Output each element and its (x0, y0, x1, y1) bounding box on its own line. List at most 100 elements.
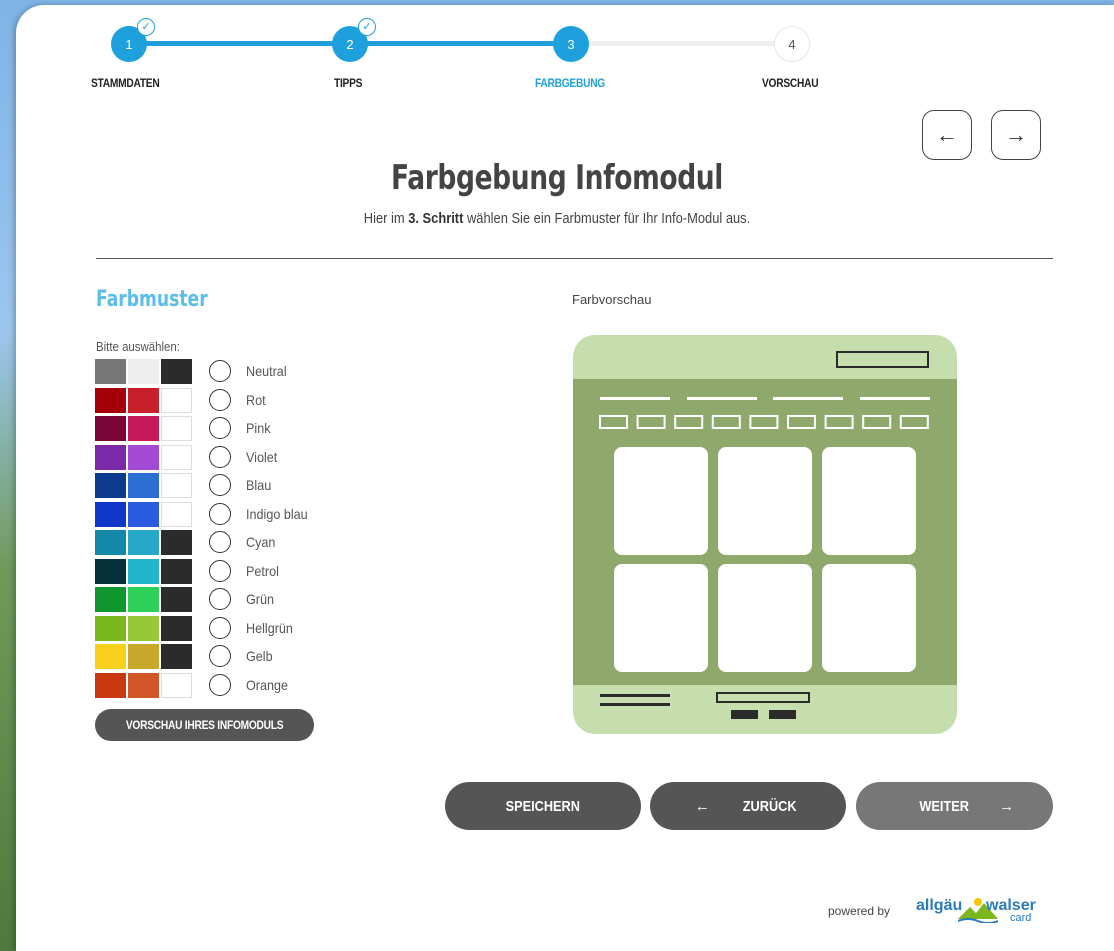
color-swatch[interactable] (95, 615, 126, 641)
step-4-circle[interactable]: 4 (774, 26, 810, 62)
pattern-radio[interactable] (209, 560, 231, 582)
color-swatch[interactable] (128, 387, 159, 413)
color-swatch[interactable] (128, 615, 159, 641)
pattern-label[interactable]: Indigo blau (246, 506, 308, 522)
step-1-circle[interactable]: 1 ✓ (111, 18, 155, 62)
color-swatch[interactable] (128, 558, 159, 584)
color-swatch-row[interactable] (95, 558, 194, 584)
color-swatch[interactable] (128, 529, 159, 555)
color-swatch-row[interactable] (95, 358, 194, 384)
mockup-footer-line-1 (600, 694, 670, 697)
mockup-footer-block-1 (731, 710, 758, 719)
save-button[interactable]: SPEICHERN (445, 782, 641, 830)
pattern-radio[interactable] (209, 360, 231, 382)
allgaeu-walser-card-logo[interactable]: allgäu walser card (916, 893, 1036, 929)
color-swatch[interactable] (161, 558, 192, 584)
color-swatch[interactable] (161, 501, 192, 527)
color-swatch[interactable] (161, 387, 192, 413)
mockup-nav-box (787, 415, 816, 429)
color-swatch[interactable] (128, 472, 159, 498)
color-swatch[interactable] (128, 444, 159, 470)
color-swatch[interactable] (95, 529, 126, 555)
pattern-label[interactable]: Blau (246, 477, 271, 493)
color-swatch[interactable] (128, 586, 159, 612)
mockup-nav-box (674, 415, 704, 429)
pattern-label[interactable]: Rot (246, 392, 266, 408)
color-swatch-row[interactable] (95, 529, 194, 555)
color-swatch[interactable] (95, 501, 126, 527)
color-swatch-row[interactable] (95, 615, 194, 641)
color-swatch[interactable] (95, 472, 126, 498)
color-swatch[interactable] (128, 501, 159, 527)
color-swatch[interactable] (95, 358, 126, 384)
color-swatch[interactable] (128, 358, 159, 384)
color-swatch[interactable] (95, 558, 126, 584)
mockup-nav-lines (600, 397, 930, 400)
color-swatch-row[interactable] (95, 472, 194, 498)
color-swatch-row[interactable] (95, 415, 194, 441)
color-swatch[interactable] (161, 643, 192, 669)
pattern-label[interactable]: Cyan (246, 534, 275, 550)
pattern-label[interactable]: Gelb (246, 648, 273, 664)
step-label-farbgebung[interactable]: FARBGEBUNG (535, 76, 605, 90)
pattern-label[interactable]: Orange (246, 677, 288, 693)
color-swatch-row[interactable] (95, 387, 194, 413)
step-label-stammdaten[interactable]: STAMMDATEN (91, 76, 160, 90)
pattern-radio[interactable] (209, 674, 231, 696)
prev-arrow-button[interactable]: ← (922, 110, 972, 160)
pattern-label[interactable]: Grün (246, 591, 274, 607)
pattern-radio[interactable] (209, 503, 231, 525)
pattern-label[interactable]: Pink (246, 420, 271, 436)
color-swatch[interactable] (95, 586, 126, 612)
pattern-radio[interactable] (209, 617, 231, 639)
next-label: WEITER (919, 797, 969, 815)
mockup-tile (822, 447, 916, 555)
step-2-circle[interactable]: 2 ✓ (332, 18, 376, 62)
color-swatch[interactable] (161, 358, 192, 384)
color-swatch-row[interactable] (95, 586, 194, 612)
pattern-radio[interactable] (209, 474, 231, 496)
color-swatch-row[interactable] (95, 444, 194, 470)
pattern-radio[interactable] (209, 389, 231, 411)
preview-infomodul-button[interactable]: VORSCHAU IHRES INFOMODULS (95, 709, 314, 741)
pattern-label[interactable]: Violet (246, 449, 277, 465)
color-swatch[interactable] (161, 472, 192, 498)
color-swatch[interactable] (128, 415, 159, 441)
arrow-left-icon: ← (936, 122, 958, 147)
step-label-tipps[interactable]: TIPPS (334, 76, 362, 90)
pattern-label[interactable]: Hellgrün (246, 620, 293, 636)
color-swatch[interactable] (161, 615, 192, 641)
pattern-label[interactable]: Petrol (246, 563, 279, 579)
color-swatch[interactable] (161, 415, 192, 441)
logo-word-allgaeu: allgäu (916, 897, 963, 914)
back-button[interactable]: ← ZURÜCK (650, 782, 846, 830)
pattern-radio[interactable] (209, 446, 231, 468)
pattern-radio[interactable] (209, 588, 231, 610)
color-swatch[interactable] (95, 444, 126, 470)
color-swatch-row[interactable] (95, 501, 194, 527)
color-swatch[interactable] (161, 586, 192, 612)
preview-button-label: VORSCHAU IHRES INFOMODULS (125, 718, 284, 732)
pattern-radio[interactable] (209, 531, 231, 553)
color-swatch[interactable] (95, 387, 126, 413)
pattern-radio[interactable] (209, 645, 231, 667)
pattern-label[interactable]: Neutral (246, 363, 287, 379)
back-label: ZURÜCK (742, 797, 797, 815)
pattern-radio[interactable] (209, 417, 231, 439)
color-swatch-row[interactable] (95, 643, 194, 669)
color-swatch[interactable] (128, 672, 159, 698)
color-swatch[interactable] (128, 643, 159, 669)
color-swatch[interactable] (95, 643, 126, 669)
color-swatch-row[interactable] (95, 672, 194, 698)
next-arrow-button[interactable]: → (991, 110, 1041, 160)
color-swatch[interactable] (95, 672, 126, 698)
step-3-circle[interactable]: 3 (553, 26, 589, 62)
color-swatch[interactable] (161, 529, 192, 555)
next-button[interactable]: WEITER → (856, 782, 1053, 830)
step-label-vorschau[interactable]: VORSCHAU (762, 76, 819, 90)
color-swatch[interactable] (161, 444, 192, 470)
mockup-nav-box (711, 415, 741, 429)
color-swatch[interactable] (95, 415, 126, 441)
color-swatch[interactable] (161, 672, 192, 698)
subtitle-step: 3. Schritt (408, 210, 464, 227)
